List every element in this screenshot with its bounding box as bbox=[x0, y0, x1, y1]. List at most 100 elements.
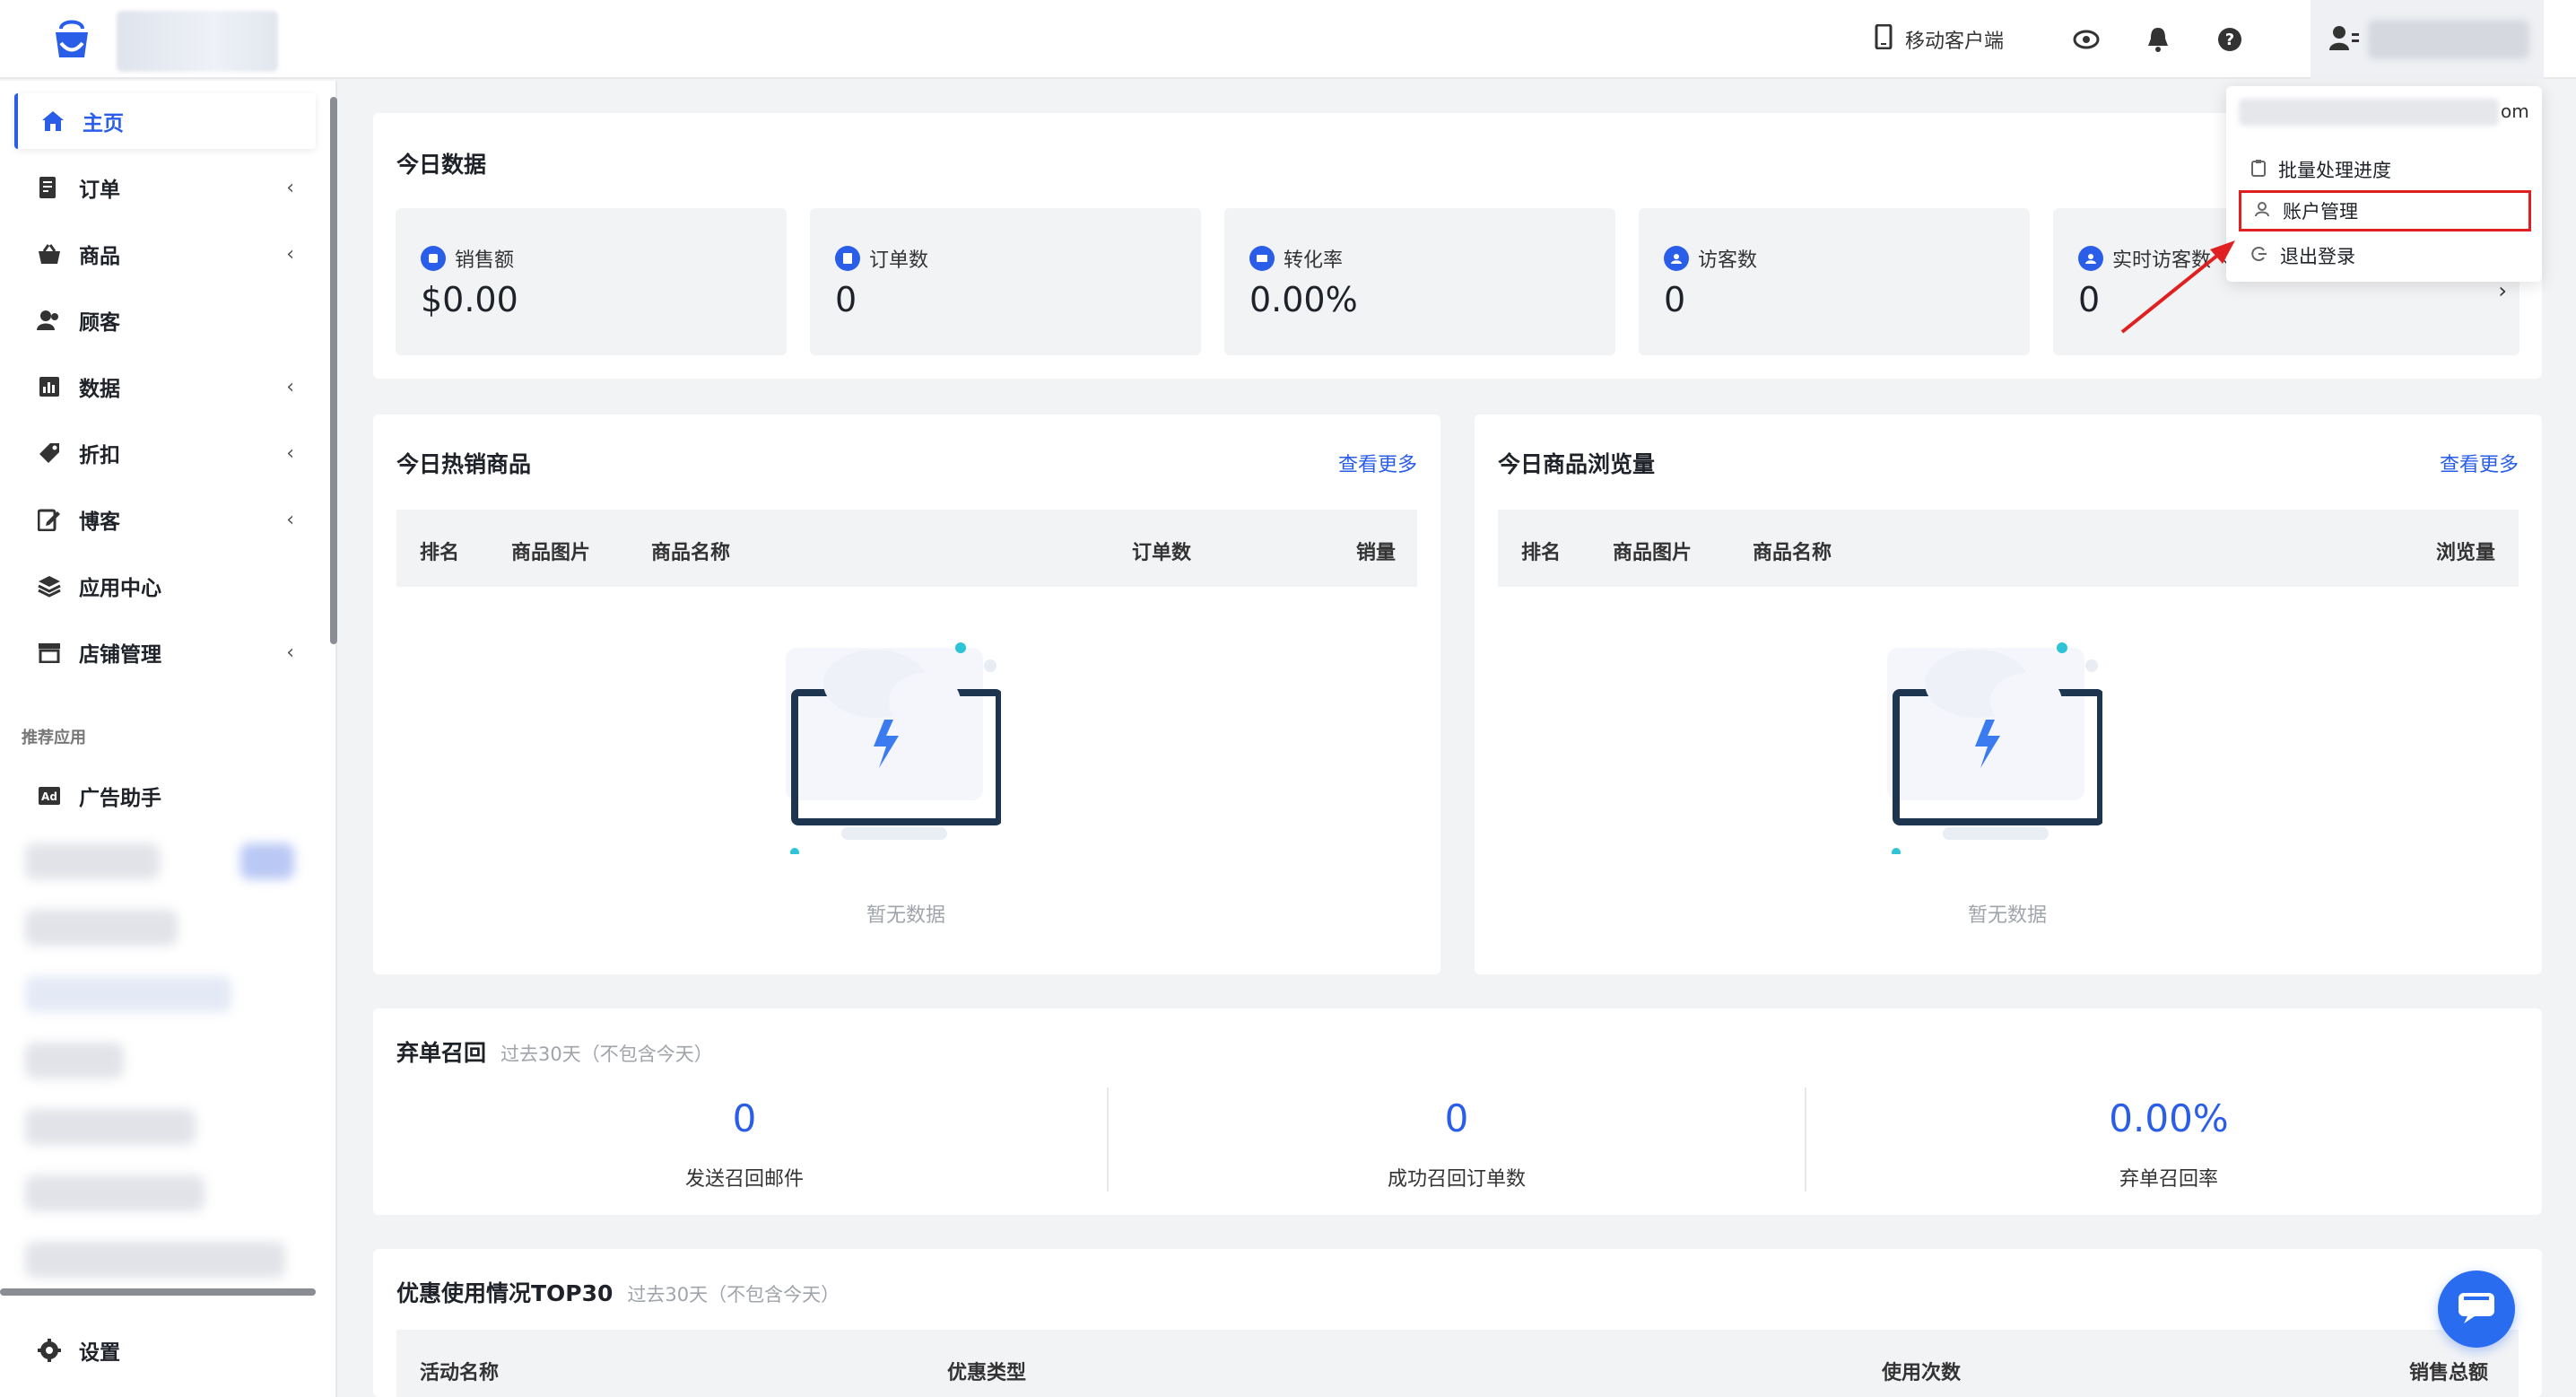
product-views-see-more-link[interactable]: 查看更多 bbox=[2440, 449, 2519, 477]
mobile-client-link[interactable]: 移动客户端 bbox=[1875, 23, 2004, 56]
sidebar-item-orders[interactable]: 订单 ‹ bbox=[14, 160, 316, 215]
metric-value: 0 bbox=[732, 1096, 757, 1140]
empty-state-illustration bbox=[1887, 642, 2102, 854]
column-header: 排名 bbox=[1521, 542, 1562, 564]
gear-icon bbox=[36, 1337, 63, 1364]
column-header: 浏览量 bbox=[2436, 542, 2496, 564]
tag-icon bbox=[36, 440, 63, 467]
metric-divider bbox=[1805, 1087, 1806, 1192]
coupon-table-header: 活动名称 优惠类型 使用次数 销售总额 bbox=[396, 1330, 2519, 1397]
logout-icon bbox=[2251, 245, 2267, 266]
sidebar-item-home[interactable]: 主页 bbox=[14, 93, 316, 149]
hot-products-table-header: 排名 商品图片 商品名称 订单数 销量 bbox=[396, 510, 1417, 587]
stat-label: 访客数 bbox=[1698, 249, 1758, 272]
batch-progress-menu-item[interactable]: 批量处理进度 bbox=[2239, 149, 2531, 190]
user-email-redacted bbox=[2239, 99, 2499, 126]
abandoned-cart-title: 弃单召回 过去30天（不包含今天） bbox=[396, 1035, 713, 1068]
product-views-empty-text: 暂无数据 bbox=[1968, 904, 2048, 927]
sidebar-vertical-scrollbar[interactable] bbox=[330, 97, 337, 644]
chevron-left-icon: ‹ bbox=[286, 242, 294, 266]
sidebar-item-products[interactable]: 商品 ‹ bbox=[14, 226, 316, 282]
hot-products-empty-text: 暂无数据 bbox=[866, 904, 946, 927]
redacted-app-row[interactable] bbox=[25, 1175, 205, 1211]
column-header: 销售总额 bbox=[2409, 1362, 2489, 1384]
clipboard-icon bbox=[2251, 159, 2266, 181]
sidebar-horizontal-scrollbar[interactable] bbox=[0, 1288, 316, 1296]
sidebar-item-label: 数据 bbox=[79, 378, 120, 401]
stat-label: 订单数 bbox=[869, 249, 929, 272]
user-dropdown-menu: om 批量处理进度 账户管理 退出登录 bbox=[2226, 86, 2542, 282]
product-views-title: 今日商品浏览量 bbox=[1498, 451, 1656, 477]
coupon-usage-card: 优惠使用情况TOP30 过去30天（不包含今天） 活动名称 优惠类型 使用次数 销… bbox=[373, 1249, 2542, 1397]
redacted-app-row[interactable] bbox=[25, 1043, 124, 1078]
sidebar-item-settings[interactable]: 设置 bbox=[14, 1323, 316, 1378]
store-icon bbox=[36, 639, 63, 666]
sidebar-item-label: 设置 bbox=[79, 1341, 120, 1365]
sidebar-item-ad-assistant[interactable]: Ad 广告助手 bbox=[14, 768, 316, 824]
column-header: 活动名称 bbox=[420, 1362, 500, 1384]
today-data-title: 今日数据 bbox=[396, 152, 487, 178]
sidebar-item-blog[interactable]: 博客 ‹ bbox=[14, 492, 316, 547]
column-header: 使用次数 bbox=[1882, 1362, 1962, 1384]
sidebar-item-data[interactable]: 数据 ‹ bbox=[14, 359, 316, 415]
mobile-client-label: 移动客户端 bbox=[1905, 31, 2005, 53]
sidebar-item-label: 广告助手 bbox=[79, 787, 161, 810]
sidebar-item-discounts[interactable]: 折扣 ‹ bbox=[14, 425, 316, 481]
metric-divider bbox=[1107, 1087, 1109, 1192]
logout-menu-item[interactable]: 退出登录 bbox=[2239, 235, 2531, 276]
column-header: 商品图片 bbox=[1613, 542, 1693, 564]
store-logo-icon[interactable] bbox=[52, 16, 91, 63]
redacted-app-row[interactable] bbox=[25, 1242, 285, 1278]
edit-document-icon bbox=[36, 506, 63, 533]
menu-item-label: 批量处理进度 bbox=[2278, 160, 2391, 181]
user-avatar-icon bbox=[2328, 24, 2359, 55]
coupon-usage-subtitle: 过去30天（不包含今天） bbox=[627, 1284, 840, 1305]
user-menu-trigger[interactable] bbox=[2311, 0, 2544, 79]
redacted-app-row[interactable] bbox=[25, 843, 160, 879]
sidebar-item-label: 店铺管理 bbox=[79, 643, 161, 667]
bar-chart-icon bbox=[36, 373, 63, 400]
hot-products-title: 今日热销商品 bbox=[396, 451, 532, 477]
stat-card-conversion: 转化率 0.00% bbox=[1224, 208, 1615, 355]
mobile-phone-icon bbox=[1875, 23, 1893, 55]
preview-eye-icon[interactable] bbox=[2070, 23, 2102, 56]
chevron-left-icon: ‹ bbox=[286, 441, 294, 465]
sidebar-item-label: 博客 bbox=[79, 511, 120, 534]
sidebar-item-label: 折扣 bbox=[79, 444, 120, 467]
store-name-redacted bbox=[117, 11, 278, 72]
help-question-icon[interactable]: ? bbox=[2214, 23, 2246, 56]
notification-bell-icon[interactable] bbox=[2142, 23, 2174, 56]
chevron-left-icon: ‹ bbox=[286, 176, 294, 199]
column-header: 订单数 bbox=[1132, 542, 1192, 564]
account-management-menu-item[interactable]: 账户管理 bbox=[2239, 190, 2531, 231]
metric-value: 0 bbox=[1444, 1096, 1469, 1140]
sidebar-item-label: 商品 bbox=[79, 245, 120, 268]
sidebar-item-customers[interactable]: 顾客 bbox=[14, 292, 316, 348]
sidebar-item-label: 应用中心 bbox=[79, 577, 161, 600]
column-header: 商品名称 bbox=[1753, 542, 1832, 564]
menu-item-label: 退出登录 bbox=[2280, 246, 2355, 267]
shopping-basket-icon bbox=[36, 240, 63, 267]
redacted-app-row[interactable] bbox=[25, 910, 178, 946]
stat-value: 0.00% bbox=[1249, 280, 1358, 319]
hot-products-see-more-link[interactable]: 查看更多 bbox=[1338, 449, 1417, 477]
orders-icon bbox=[835, 246, 860, 271]
home-icon bbox=[39, 108, 66, 135]
column-header: 商品图片 bbox=[511, 542, 591, 564]
product-views-card: 今日商品浏览量 查看更多 排名 商品图片 商品名称 浏览量 暂无数据 bbox=[1475, 415, 2542, 974]
customer-chat-button[interactable] bbox=[2438, 1270, 2515, 1348]
sidebar-item-store-management[interactable]: 店铺管理 ‹ bbox=[14, 624, 316, 680]
stat-label: 销售额 bbox=[455, 249, 515, 272]
user-email-tail: om bbox=[2501, 100, 2529, 122]
visitors-icon bbox=[1664, 246, 1689, 271]
column-header: 销量 bbox=[1356, 542, 1397, 564]
sidebar-item-label: 订单 bbox=[79, 179, 120, 202]
chat-bubble-icon bbox=[2457, 1289, 2496, 1329]
chevron-left-icon: ‹ bbox=[286, 508, 294, 531]
sidebar-item-app-center[interactable]: 应用中心 bbox=[14, 558, 316, 614]
redacted-app-row[interactable] bbox=[25, 1109, 196, 1145]
stat-value: 0 bbox=[835, 280, 857, 319]
chevron-right-icon[interactable]: › bbox=[2498, 278, 2507, 303]
customers-icon bbox=[36, 307, 63, 334]
redacted-app-row[interactable] bbox=[25, 976, 231, 1012]
